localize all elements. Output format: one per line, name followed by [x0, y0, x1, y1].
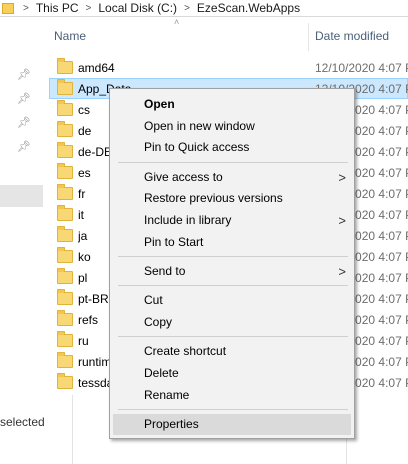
breadcrumb-label: Local Disk (C:): [98, 1, 178, 15]
menu-item-cut[interactable]: Cut: [110, 290, 354, 311]
menu-item-rename[interactable]: Rename: [110, 385, 354, 406]
menu-separator: [118, 285, 348, 286]
menu-item-restore-versions[interactable]: Restore previous versions: [110, 188, 354, 209]
menu-item-create-shortcut[interactable]: Create shortcut: [110, 341, 354, 362]
column-header: ˄ Name Date modified: [49, 17, 408, 53]
divider: [72, 395, 73, 464]
context-menu: Open Open in new window Pin to Quick acc…: [109, 88, 355, 439]
menu-separator: [118, 336, 348, 337]
submenu-arrow-icon: >: [338, 170, 346, 185]
folder-icon: [57, 205, 73, 221]
chevron-right-icon[interactable]: >: [81, 3, 97, 14]
breadcrumb-ezescan[interactable]: EzeScan.WebApps: [195, 0, 302, 16]
folder-icon: [57, 268, 73, 284]
status-selected-text: selected: [0, 415, 45, 429]
folder-icon: [57, 289, 73, 305]
menu-item-open[interactable]: Open: [110, 94, 354, 115]
menu-item-give-access[interactable]: Give access to >: [110, 167, 354, 188]
chevron-right-icon[interactable]: >: [18, 3, 34, 14]
menu-item-open-new-window[interactable]: Open in new window: [110, 116, 354, 137]
menu-item-pin-start[interactable]: Pin to Start: [110, 232, 354, 253]
menu-separator: [118, 162, 348, 163]
pin-icon[interactable]: 📌︎: [17, 117, 31, 129]
pin-icon[interactable]: 📌︎: [17, 69, 31, 81]
column-divider[interactable]: [308, 23, 309, 51]
menu-item-include-library[interactable]: Include in library >: [110, 210, 354, 231]
folder-icon: [57, 79, 73, 95]
folder-icon: [57, 331, 73, 347]
folder-icon: [57, 163, 73, 179]
menu-item-copy[interactable]: Copy: [110, 312, 354, 333]
navigation-pane: 📌︎ 📌︎ 📌︎ 📌︎ selected: [0, 17, 49, 464]
folder-icon: [57, 352, 73, 368]
breadcrumb-local-disk[interactable]: Local Disk (C:) >: [96, 0, 195, 16]
menu-item-delete[interactable]: Delete: [110, 363, 354, 384]
submenu-arrow-icon: >: [338, 213, 346, 228]
sort-caret-icon: ˄: [174, 17, 180, 27]
menu-item-label: Include in library: [144, 213, 232, 227]
folder-icon: [57, 310, 73, 326]
column-name-header[interactable]: Name: [54, 29, 86, 43]
menu-item-pin-quick-access[interactable]: Pin to Quick access: [110, 137, 354, 158]
menu-item-properties[interactable]: Properties: [113, 414, 351, 435]
folder-icon: [57, 100, 73, 116]
folder-icon: [57, 58, 73, 74]
submenu-arrow-icon: >: [338, 264, 346, 279]
column-date-header[interactable]: Date modified: [315, 29, 389, 43]
menu-item-send-to[interactable]: Send to >: [110, 261, 354, 282]
nav-item-selected[interactable]: [0, 185, 43, 207]
file-name: amd64: [78, 60, 115, 75]
folder-icon: [57, 142, 73, 158]
menu-separator: [118, 256, 348, 257]
file-row[interactable]: amd64 12/10/2020 4:07 P: [49, 57, 408, 78]
folder-icon: [57, 121, 73, 137]
menu-item-label: Give access to: [144, 170, 223, 184]
folder-icon: [57, 184, 73, 200]
folder-icon: [2, 2, 14, 14]
folder-icon: [57, 247, 73, 263]
folder-icon: [57, 226, 73, 242]
address-breadcrumb: > This PC > Local Disk (C:) > EzeScan.We…: [0, 0, 408, 17]
menu-item-label: Send to: [144, 264, 186, 278]
folder-icon: [57, 373, 73, 389]
chevron-right-icon[interactable]: >: [179, 3, 195, 14]
breadcrumb-this-pc[interactable]: This PC >: [34, 0, 97, 16]
menu-separator: [118, 409, 348, 410]
breadcrumb-folder: >: [2, 0, 34, 16]
file-date-modified: 12/10/2020 4:07 P: [315, 60, 408, 75]
pin-icon[interactable]: 📌︎: [17, 93, 31, 105]
breadcrumb-label: EzeScan.WebApps: [196, 1, 301, 15]
breadcrumb-label: This PC: [35, 1, 79, 15]
pin-icon[interactable]: 📌︎: [17, 141, 31, 153]
